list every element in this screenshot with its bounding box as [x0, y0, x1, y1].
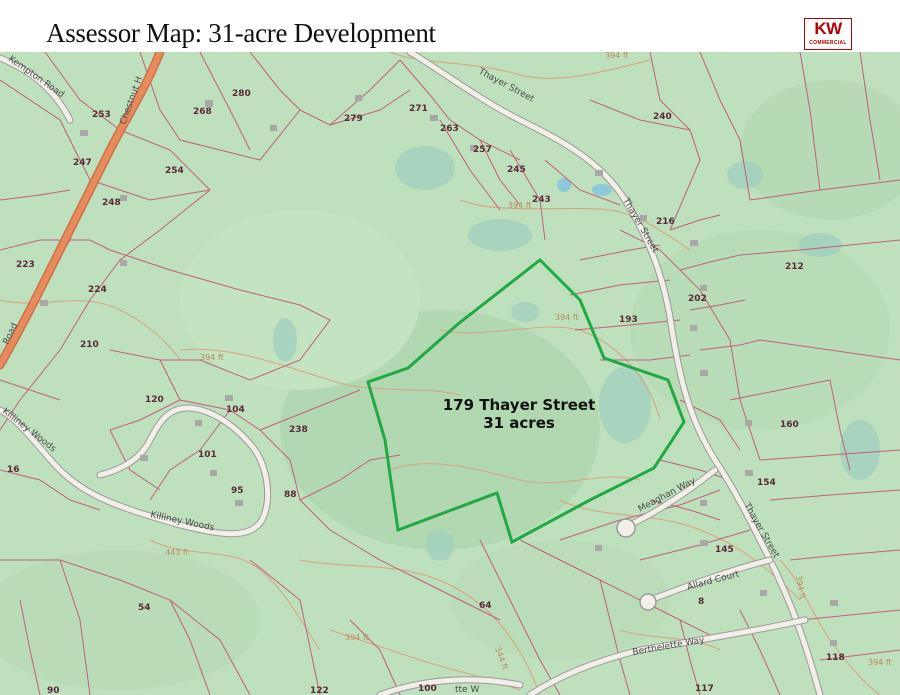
development-area: 31 acres: [483, 414, 555, 432]
lot-number: 16: [7, 465, 20, 475]
lot-number: 95: [231, 486, 244, 496]
lot-number: 104: [226, 405, 245, 415]
lot-number: 193: [619, 315, 638, 325]
lot-number: 280: [232, 89, 251, 99]
svg-text:394 ft: 394 ft: [345, 633, 369, 642]
lot-number: 247: [73, 158, 92, 168]
svg-text:394 ft: 394 ft: [508, 201, 532, 210]
lot-number: 248: [102, 198, 121, 208]
lot-number: 253: [92, 110, 111, 120]
map-canvas[interactable]: 179 Thayer Street 31 acres Thayer Street…: [0, 52, 900, 695]
svg-text:394 ft: 394 ft: [868, 658, 892, 667]
lot-number: 8: [698, 597, 704, 607]
lot-number: 271: [409, 104, 428, 114]
lot-number: 160: [780, 420, 799, 430]
lot-number: 64: [479, 601, 492, 611]
lot-number: 238: [289, 425, 308, 435]
assessor-map[interactable]: 179 Thayer Street 31 acres Thayer Street…: [0, 52, 900, 695]
lot-number: 268: [193, 107, 212, 117]
lot-number: 223: [16, 260, 35, 270]
lot-number: 216: [656, 217, 675, 227]
lot-number: 118: [826, 653, 845, 663]
svg-text:394 ft: 394 ft: [555, 313, 579, 322]
logo-mark: KW: [814, 19, 842, 38]
lot-number: 263: [440, 124, 459, 134]
lot-number: 243: [532, 195, 551, 205]
street-label-bottom-partial: tte W: [455, 685, 479, 695]
lot-number: 120: [145, 395, 164, 405]
kw-commercial-logo: KW COMMERCIAL: [804, 18, 852, 50]
development-address: 179 Thayer Street: [443, 396, 596, 414]
lot-number: 101: [198, 450, 217, 460]
lot-number: 90: [47, 686, 60, 695]
lot-number: 154: [757, 478, 776, 488]
lot-number: 212: [785, 262, 804, 272]
svg-text:394 ft: 394 ft: [200, 353, 224, 362]
lot-number: 257: [473, 145, 492, 155]
lot-number: 279: [344, 114, 363, 124]
lot-number: 254: [165, 166, 184, 176]
lot-number: 245: [507, 165, 526, 175]
svg-text:443 ft: 443 ft: [165, 548, 189, 557]
lot-number: 224: [88, 285, 107, 295]
lot-number: 117: [695, 684, 714, 694]
lot-number: 145: [715, 545, 734, 555]
lot-number: 122: [310, 686, 329, 695]
lot-number: 100: [418, 684, 437, 694]
lot-number: 240: [653, 112, 672, 122]
header: Assessor Map: 31-acre Development KW COM…: [0, 0, 900, 52]
logo-subtitle: COMMERCIAL: [809, 40, 847, 46]
svg-text:394 ft: 394 ft: [605, 52, 629, 60]
lot-number: 54: [138, 603, 151, 613]
lot-number: 210: [80, 340, 99, 350]
page-title: Assessor Map: 31-acre Development: [46, 18, 436, 48]
lot-number: 88: [284, 490, 297, 500]
lot-number: 202: [688, 294, 707, 304]
